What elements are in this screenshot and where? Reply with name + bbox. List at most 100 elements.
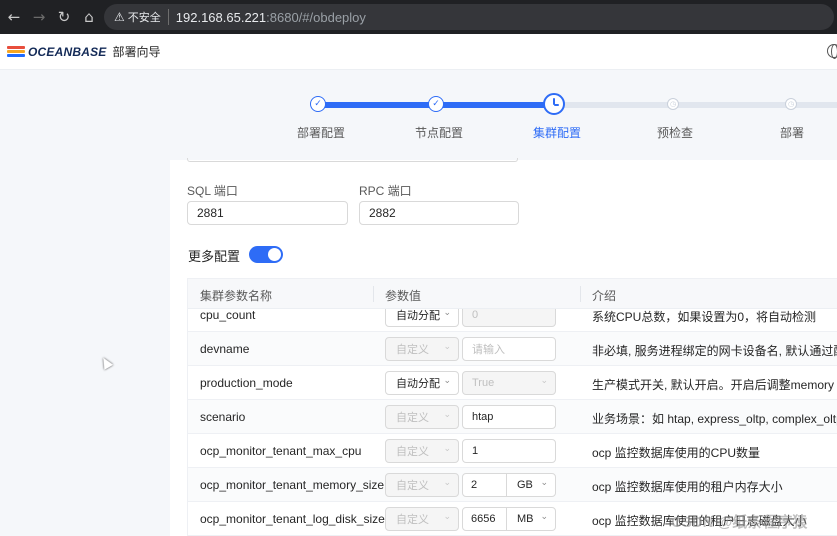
rpc-port-label: RPC 端口 (359, 184, 412, 198)
param-name: ocp_monitor_tenant_max_cpu (200, 444, 362, 458)
url-host: 192.168.65.221 (175, 9, 267, 25)
param-value-input: 0 (462, 309, 556, 327)
param-name: devname (200, 342, 250, 356)
param-mode-text: 自定义 (396, 446, 429, 458)
rpc-port-input[interactable]: 2882 (359, 201, 519, 225)
security-text: 不安全 (127, 11, 161, 24)
param-value-text: htap (472, 411, 494, 423)
step-label-deploy: 部署 (780, 126, 805, 140)
chevron-down-icon: ⌄ (443, 376, 451, 386)
cluster-config-card: SQL 端口 2881 RPC 端口 2882 更多配置 集群参数名称 参数值 … (170, 158, 837, 536)
back-icon[interactable]: ← (3, 6, 25, 28)
home-icon[interactable]: ⌂ (78, 6, 100, 28)
table-row: ocp_monitor_tenant_memory_size 自定义 ⌄ 2 GB ⌄ oc… (188, 468, 837, 502)
address-bar[interactable]: ⚠ 不安全 192.168.65.221:8680/#/obdeploy (104, 4, 834, 30)
param-value-input: True ⌄ (462, 371, 556, 395)
param-mode-text: 自定义 (396, 514, 429, 526)
param-mode-select: 自定义 ⌄ (385, 439, 459, 463)
chevron-down-icon: ⌄ (443, 512, 451, 522)
security-indicator[interactable]: ⚠ 不安全 (114, 9, 161, 25)
forward-icon[interactable]: → (28, 6, 50, 28)
param-value-text: 0 (472, 309, 479, 321)
table-row: cpu_count 自动分配 ⌄ 0 系统CPU总数，如果设置为0，将自动检测 (188, 309, 837, 332)
more-config-label: 更多配置 (188, 249, 241, 264)
language-globe-icon[interactable] (827, 44, 837, 59)
param-value-input[interactable]: 请输入 (462, 337, 556, 361)
step-1-check-icon: ✓ (310, 96, 326, 112)
more-config-switch[interactable] (249, 246, 283, 263)
reload-icon[interactable]: ↻ (53, 6, 75, 28)
oceanbase-logo-icon (7, 46, 25, 57)
step-label-cluster-config: 集群配置 (533, 126, 582, 140)
param-name: cpu_count (200, 309, 256, 322)
param-description: ocp 监控数据库使用的CPU数量 (592, 446, 761, 460)
header-param-value: 参数值 (385, 289, 422, 303)
sql-port-label: SQL 端口 (187, 184, 238, 198)
header-description: 介绍 (592, 289, 617, 303)
step-3-clock-icon (543, 93, 565, 115)
param-mode-select: 自定义 ⌄ (385, 473, 459, 497)
table-header: 集群参数名称 参数值 介绍 (188, 279, 837, 309)
param-description: 业务场景：如 htap, express_oltp, complex_oltp,… (592, 412, 837, 426)
watermark: CSDN @纸条程序猿 (671, 514, 808, 531)
param-name: ocp_monitor_tenant_log_disk_size (200, 512, 385, 526)
header-param-name: 集群参数名称 (200, 289, 273, 303)
param-unit-text: MB (517, 513, 534, 525)
param-mode-text: 自动分配 (396, 310, 440, 322)
step-label-node-config: 节点配置 (415, 126, 464, 140)
param-value-input[interactable]: 1 (462, 439, 556, 463)
param-name: scenario (200, 410, 246, 424)
sql-port-input[interactable]: 2881 (187, 201, 348, 225)
table-row: devname 自定义 ⌄ 请输入 非必填, 服务进程绑定的网卡设备名, 默认通过配置的… (188, 332, 837, 366)
chevron-down-icon: ⌄ (540, 512, 548, 522)
param-unit-select[interactable]: MB ⌄ (506, 507, 556, 531)
cluster-params-table: 集群参数名称 参数值 介绍 cpu_count 自动分配 ⌄ 0 系统CPU总数，如果设… (187, 278, 837, 536)
param-description: 系统CPU总数，如果设置为0，将自动检测 (592, 310, 817, 324)
address-separator (167, 9, 169, 25)
step-label-deploy-config: 部署配置 (297, 126, 346, 140)
chevron-down-icon: ⌄ (443, 410, 451, 420)
param-value-text: 1 (472, 445, 479, 457)
table-row: scenario 自定义 ⌄ htap 业务场景：如 htap, express_olt… (188, 400, 837, 434)
step-label-precheck: 预检查 (657, 126, 694, 140)
step-2-check-icon: ✓ (428, 96, 444, 112)
param-unit-select[interactable]: GB ⌄ (506, 473, 556, 497)
param-mode-select: 自定义 ⌄ (385, 337, 459, 361)
param-mode-text: 自定义 (396, 412, 429, 424)
param-value-input[interactable]: htap (462, 405, 556, 429)
oceanbase-logo: OCEANBASE (7, 45, 106, 59)
chevron-down-icon: ⌄ (443, 478, 451, 488)
param-description: 非必填, 服务进程绑定的网卡设备名, 默认通过配置的ip (592, 344, 837, 358)
warning-icon: ⚠ (114, 10, 125, 24)
param-value-text: 请输入 (472, 344, 505, 356)
logo-text: OCEANBASE (28, 44, 107, 59)
param-description: ocp 监控数据库使用的租户内存大小 (592, 480, 783, 494)
step-4-clock-icon: ◷ (667, 98, 679, 110)
param-mode-text: 自动分配 (396, 378, 440, 390)
param-mode-select: 自定义 ⌄ (385, 507, 459, 531)
chevron-down-icon: ⌄ (443, 309, 451, 318)
table-row: ocp_monitor_tenant_max_cpu 自定义 ⌄ 1 ocp 监控数据库… (188, 434, 837, 468)
url-path: :8680/#/obdeploy (266, 9, 366, 25)
param-mode-select[interactable]: 自动分配 ⌄ (385, 371, 459, 395)
step-progress: ✓ ✓ ◷ ◷ 部署配置 节点配置 集群配置 预检查 部署 (0, 70, 837, 160)
param-mode-select[interactable]: 自动分配 ⌄ (385, 309, 459, 327)
step-5-clock-icon: ◷ (785, 98, 797, 110)
param-mode-select: 自定义 ⌄ (385, 405, 459, 429)
table-row: production_mode 自动分配 ⌄ True ⌄ 生产模式开关, 默认开启。开启… (188, 366, 837, 400)
param-unit-text: GB (517, 479, 533, 491)
chevron-down-icon: ⌄ (540, 376, 548, 386)
app-header: OCEANBASE 部署向导 (0, 34, 837, 70)
param-value-input[interactable]: 2 (462, 473, 507, 497)
table-body: cpu_count 自动分配 ⌄ 0 系统CPU总数，如果设置为0，将自动检测 devna… (188, 309, 837, 535)
app-title: 部署向导 (112, 45, 161, 59)
chevron-down-icon: ⌄ (443, 342, 451, 352)
param-mode-text: 自定义 (396, 344, 429, 356)
browser-toolbar: ← → ↻ ⌂ ⚠ 不安全 192.168.65.221:8680/#/obde… (0, 0, 837, 34)
param-mode-text: 自定义 (396, 480, 429, 492)
chevron-down-icon: ⌄ (540, 478, 548, 488)
main-content: SQL 端口 2881 RPC 端口 2882 更多配置 集群参数名称 参数值 … (0, 158, 837, 536)
param-value-input[interactable]: 6656 (462, 507, 507, 531)
param-value-text: True (472, 377, 495, 389)
param-name: production_mode (200, 376, 293, 390)
